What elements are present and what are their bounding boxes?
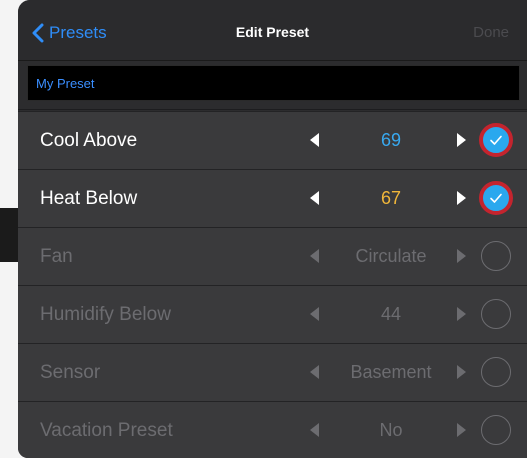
page-title: Edit Preset bbox=[235, 24, 310, 40]
empty-circle-icon[interactable] bbox=[481, 241, 511, 271]
setting-label: Sensor bbox=[40, 362, 101, 383]
increase-arrow-icon[interactable] bbox=[457, 133, 466, 147]
setting-row-heat-below[interactable]: Heat Below 67 bbox=[18, 169, 527, 227]
preset-name-field[interactable] bbox=[27, 65, 520, 101]
increase-arrow-icon[interactable] bbox=[457, 423, 466, 437]
empty-circle-icon[interactable] bbox=[481, 299, 511, 329]
decrease-arrow-icon[interactable] bbox=[310, 133, 319, 147]
edit-preset-panel: Presets Edit Preset Done Cool Above 69 Hea… bbox=[18, 0, 527, 458]
navigation-bar: Presets Edit Preset Done bbox=[18, 0, 527, 61]
setting-row-humidify-below[interactable]: Humidify Below 44 bbox=[18, 285, 527, 343]
empty-circle-icon[interactable] bbox=[481, 357, 511, 387]
decrease-arrow-icon[interactable] bbox=[310, 249, 319, 263]
setting-value: 44 bbox=[380, 304, 402, 324]
setting-value: Circulate bbox=[355, 246, 427, 266]
setting-row-vacation-preset[interactable]: Vacation Preset No bbox=[18, 401, 527, 458]
checkmark-circle-icon[interactable] bbox=[479, 181, 513, 215]
decrease-arrow-icon[interactable] bbox=[310, 307, 319, 321]
decrease-arrow-icon[interactable] bbox=[310, 191, 319, 205]
setting-value: No bbox=[379, 420, 403, 440]
background-window-edge bbox=[0, 208, 18, 262]
increase-arrow-icon[interactable] bbox=[457, 307, 466, 321]
setting-label: Fan bbox=[40, 246, 73, 267]
divider bbox=[18, 109, 527, 110]
empty-circle-icon[interactable] bbox=[481, 415, 511, 445]
setting-row-cool-above[interactable]: Cool Above 69 bbox=[18, 111, 527, 169]
setting-row-fan[interactable]: Fan Circulate bbox=[18, 227, 527, 285]
setting-value: Basement bbox=[350, 362, 432, 382]
decrease-arrow-icon[interactable] bbox=[310, 423, 319, 437]
setting-label: Humidify Below bbox=[40, 304, 171, 325]
setting-label: Heat Below bbox=[40, 188, 138, 209]
done-button[interactable]: Done bbox=[473, 24, 509, 41]
setting-label: Vacation Preset bbox=[40, 420, 173, 441]
increase-arrow-icon[interactable] bbox=[457, 249, 466, 263]
decrease-arrow-icon[interactable] bbox=[310, 365, 319, 379]
checkmark-circle-icon[interactable] bbox=[479, 123, 513, 157]
setting-row-sensor[interactable]: Sensor Basement bbox=[18, 343, 527, 401]
increase-arrow-icon[interactable] bbox=[457, 191, 466, 205]
setting-label: Cool Above bbox=[40, 130, 138, 151]
increase-arrow-icon[interactable] bbox=[457, 365, 466, 379]
setting-value: 67 bbox=[380, 188, 402, 208]
setting-value: 69 bbox=[380, 130, 402, 150]
